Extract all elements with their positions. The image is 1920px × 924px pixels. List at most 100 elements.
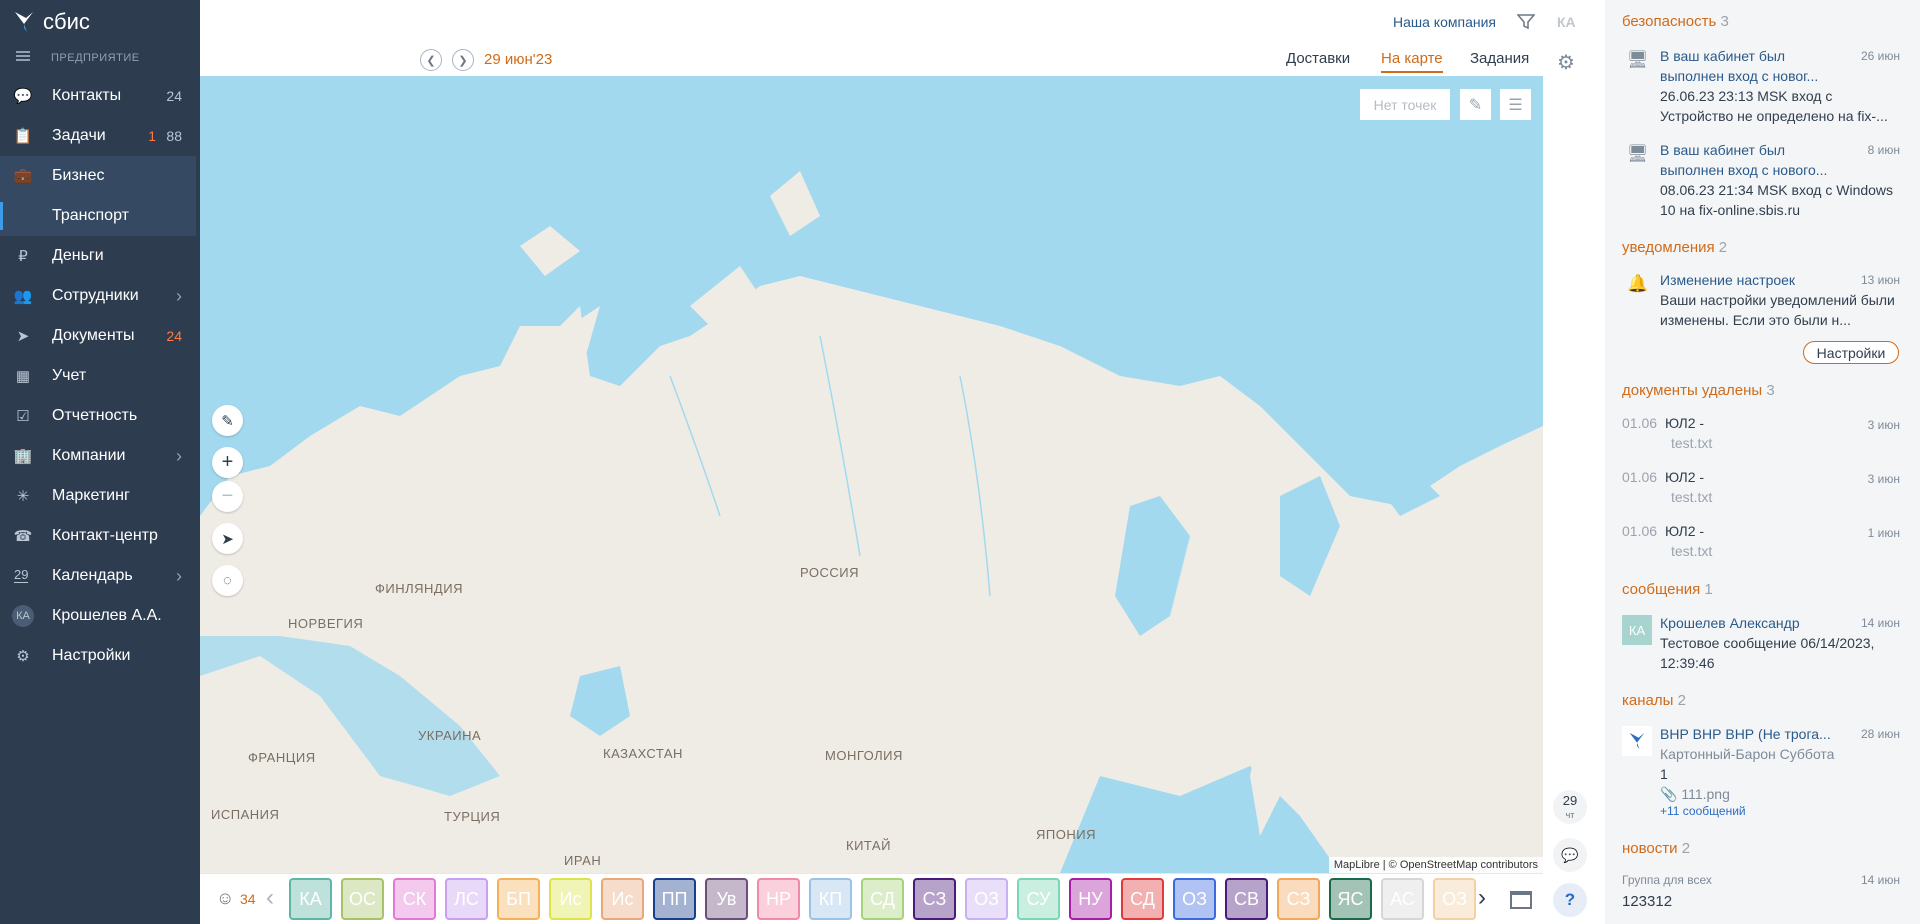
- chevron-right-icon[interactable]: ›: [176, 566, 182, 587]
- draw-button[interactable]: ✎: [212, 405, 243, 436]
- courier-chip[interactable]: ОЗ: [1173, 878, 1216, 920]
- map-label-ukraine: УКРАИНА: [418, 728, 482, 743]
- courier-chip[interactable]: ОС: [341, 878, 384, 920]
- sidebar-item-label: Деньги: [52, 247, 104, 264]
- lasso-button[interactable]: ◌: [212, 565, 243, 596]
- sidebar-item-employees[interactable]: 👥 Сотрудники ›: [0, 276, 200, 316]
- sidebar-item-calendar[interactable]: 29 Календарь ›: [0, 556, 200, 596]
- zoom-in-button[interactable]: +: [212, 447, 243, 478]
- chat-icon[interactable]: 💬: [1553, 838, 1587, 872]
- sidebar-item-label: Транспорт: [52, 207, 129, 224]
- courier-chip[interactable]: СУ: [1017, 878, 1060, 920]
- company-selector[interactable]: Наша компания: [1393, 14, 1496, 30]
- courier-chip[interactable]: БП: [497, 878, 540, 920]
- sidebar-item-business[interactable]: 💼 Бизнес: [0, 156, 196, 196]
- courier-chip[interactable]: СВ: [1225, 878, 1268, 920]
- tab-on-map[interactable]: На карте: [1381, 50, 1443, 73]
- courier-chip[interactable]: ЛС: [445, 878, 488, 920]
- courier-chip[interactable]: СЗ: [913, 878, 956, 920]
- courier-chip[interactable]: ЯС: [1329, 878, 1372, 920]
- today-badge[interactable]: 29 чт: [1553, 790, 1587, 824]
- report-icon: ☑: [16, 408, 30, 425]
- feed-item-time: 14 июн: [1860, 616, 1900, 630]
- chevron-right-icon[interactable]: ›: [176, 286, 182, 307]
- app-logo[interactable]: сбис: [13, 9, 90, 34]
- gear-icon[interactable]: ⚙: [1557, 50, 1575, 75]
- section-security[interactable]: безопасность 3: [1622, 13, 1729, 30]
- sidebar-item-companies[interactable]: 🏢 Компании ›: [0, 436, 200, 476]
- section-messages[interactable]: сообщения 1: [1622, 581, 1713, 598]
- map-list-button[interactable]: ☰: [1500, 89, 1531, 120]
- news-item[interactable]: Группа для всех 14 июн 123312: [1605, 873, 1920, 923]
- locate-button[interactable]: ➤: [212, 523, 243, 554]
- sidebar-item-profile[interactable]: КА Крошелев А.А.: [0, 596, 200, 636]
- sidebar-item-reports[interactable]: ☑ Отчетность: [0, 396, 200, 436]
- courier-chip[interactable]: ОЗ: [1433, 878, 1476, 920]
- doc-file: test.txt: [1671, 435, 1713, 451]
- tab-deliveries[interactable]: Доставки: [1286, 50, 1350, 71]
- map-view[interactable]: РОССИЯ ФИНЛЯНДИЯ НОРВЕГИЯ УКРАИНА ФРАНЦИ…: [200, 76, 1543, 873]
- courier-chip[interactable]: СК: [393, 878, 436, 920]
- map-attribution[interactable]: MapLibre | © OpenStreetMap contributors: [1328, 857, 1543, 873]
- chevron-right-icon[interactable]: ›: [176, 446, 182, 467]
- section-deleted-docs[interactable]: документы удалены 3: [1622, 382, 1775, 399]
- sidebar-item-label: Настройки: [52, 647, 131, 664]
- feed-item-time: 14 июн: [1860, 873, 1900, 887]
- map-label-china: КИТАЙ: [846, 838, 891, 853]
- courier-chip[interactable]: Ув: [705, 878, 748, 920]
- courier-chip[interactable]: Ис: [549, 878, 592, 920]
- message-item[interactable]: КА Крошелев Александр 14 июн Тестовое со…: [1605, 613, 1920, 673]
- feed-item-time: 28 июн: [1860, 727, 1900, 741]
- sidebar-item-marketing[interactable]: ✳ Маркетинг: [0, 476, 200, 516]
- org-label: ПРЕДПРИЯТИЕ: [51, 52, 140, 64]
- help-button[interactable]: ?: [1553, 883, 1587, 917]
- courier-chip[interactable]: ПП: [653, 878, 696, 920]
- map-layers-button[interactable]: ✎: [1460, 89, 1491, 120]
- sidebar-item-transport[interactable]: Транспорт: [0, 196, 196, 236]
- channel-item[interactable]: ВНР ВНР ВНР (Не трога... 28 июн Картонны…: [1605, 724, 1920, 820]
- zoom-out-button[interactable]: −: [212, 481, 243, 512]
- chevron-left-icon[interactable]: ‹: [266, 884, 274, 912]
- sidebar-item-documents[interactable]: ➤ Документы 24: [0, 316, 200, 356]
- filter-icon[interactable]: [1517, 14, 1535, 30]
- courier-chip[interactable]: ОЗ: [965, 878, 1008, 920]
- sidebar-item-label: Учет: [52, 367, 87, 384]
- doc-name: ЮЛ2 -: [1665, 415, 1705, 431]
- doc-item[interactable]: 01.06 ЮЛ2 - test.txt 1 июн: [1605, 523, 1920, 567]
- next-date-button[interactable]: ❯: [452, 49, 474, 71]
- section-channels[interactable]: каналы 2: [1622, 692, 1686, 709]
- sidebar-item-contact-center[interactable]: ☎ Контакт-центр: [0, 516, 200, 556]
- sidebar-item-accounting[interactable]: ▦ Учет: [0, 356, 200, 396]
- sidebar-item-tasks[interactable]: 📋 Задачи 1 88: [0, 116, 200, 156]
- sidebar-item-contacts[interactable]: 💬 Контакты 24: [0, 76, 200, 116]
- courier-chip[interactable]: КП: [809, 878, 852, 920]
- section-notifications[interactable]: уведомления 2: [1622, 239, 1727, 256]
- more-messages-link[interactable]: +11 сообщений: [1660, 804, 1746, 818]
- attachment[interactable]: 📎 111.png: [1660, 784, 1905, 804]
- courier-chip[interactable]: Ис: [601, 878, 644, 920]
- doc-item[interactable]: 01.06 ЮЛ2 - test.txt 3 июн: [1605, 415, 1920, 459]
- route-icon: ✎: [1468, 96, 1483, 114]
- sidebar-item-money[interactable]: ₽ Деньги: [0, 236, 200, 276]
- sidebar-item-label: Контакты: [52, 87, 122, 104]
- courier-chip[interactable]: СЗ: [1277, 878, 1320, 920]
- courier-chip[interactable]: НР: [757, 878, 800, 920]
- date-selector[interactable]: 29 июн'23: [484, 51, 552, 68]
- courier-chip[interactable]: КА: [289, 878, 332, 920]
- courier-chip[interactable]: НУ: [1069, 878, 1112, 920]
- tab-assignments[interactable]: Задания: [1470, 50, 1529, 71]
- user-initials[interactable]: КА: [1557, 14, 1576, 30]
- contacts-count: 24: [166, 88, 182, 104]
- courier-chip[interactable]: СД: [1121, 878, 1164, 920]
- news-text: 123312: [1622, 893, 1673, 910]
- panel-toggle-icon[interactable]: [1510, 891, 1532, 909]
- notification-settings-button[interactable]: Настройки: [1803, 341, 1899, 364]
- chevron-right-icon[interactable]: ›: [1478, 884, 1486, 912]
- prev-date-button[interactable]: ❮: [420, 49, 442, 71]
- sidebar-item-settings[interactable]: ⚙ Настройки: [0, 636, 200, 676]
- hamburger-icon[interactable]: [16, 51, 30, 61]
- courier-chip[interactable]: СД: [861, 878, 904, 920]
- section-news[interactable]: новости 2: [1622, 840, 1690, 857]
- doc-item[interactable]: 01.06 ЮЛ2 - test.txt 3 июн: [1605, 469, 1920, 513]
- courier-chip[interactable]: АС: [1381, 878, 1424, 920]
